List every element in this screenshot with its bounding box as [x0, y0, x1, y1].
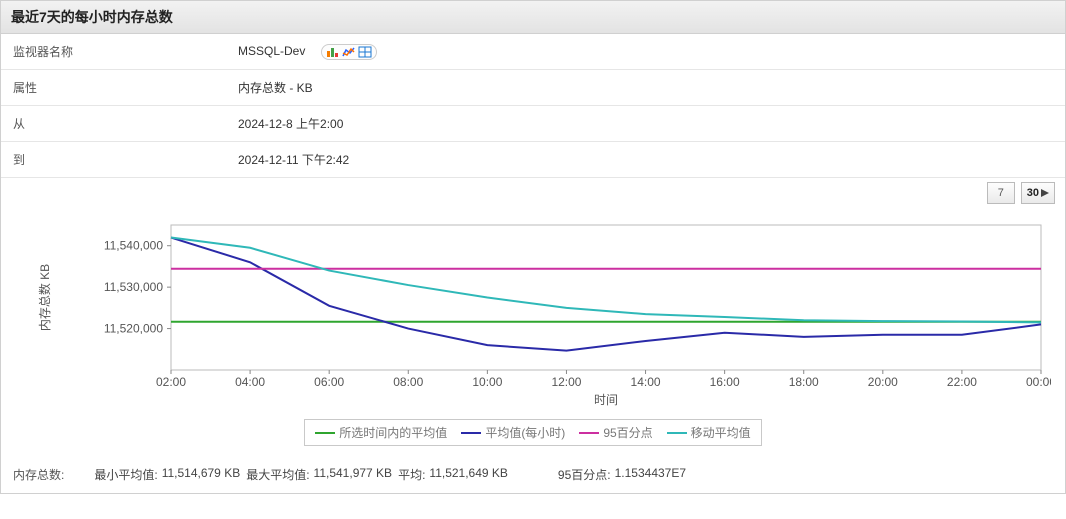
- svg-text:16:00: 16:00: [710, 375, 740, 389]
- svg-text:11,520,000: 11,520,000: [104, 322, 163, 336]
- info-value: 内存总数 - KB: [226, 70, 1065, 106]
- info-value: MSSQL-Dev: [226, 34, 1065, 70]
- info-row-from: 从 2024-12-8 上午2:00: [1, 106, 1065, 142]
- legend-label: 所选时间内的平均值: [339, 424, 447, 441]
- legend-swatch: [461, 432, 481, 434]
- stat-min: 最小平均值: 11,514,679 KB: [94, 466, 240, 483]
- svg-text:22:00: 22:00: [947, 375, 977, 389]
- panel-title: 最近7天的每小时内存总数: [1, 1, 1065, 34]
- grid-chart-icon[interactable]: [358, 46, 372, 58]
- info-value: 2024-12-8 上午2:00: [226, 106, 1065, 142]
- stat-label: 最小平均值:: [94, 466, 157, 483]
- legend-label: 95百分点: [603, 424, 652, 441]
- info-label: 从: [1, 106, 226, 142]
- info-row-monitor: 监视器名称 MSSQL-Dev: [1, 34, 1065, 70]
- svg-text:08:00: 08:00: [393, 375, 423, 389]
- line-chart-icon[interactable]: [342, 46, 356, 58]
- info-value: 2024-12-11 下午2:42: [226, 142, 1065, 178]
- svg-text:11,530,000: 11,530,000: [104, 280, 163, 294]
- stats-title: 内存总数:: [13, 466, 64, 483]
- stat-max: 最大平均值: 11,541,977 KB: [246, 466, 392, 483]
- line-chart: 11,540,000 11,530,000 11,520,000 内存总数 KB 02:…: [11, 210, 1051, 410]
- stat-value: 11,521,649 KB: [429, 466, 508, 483]
- info-row-attr: 属性 内存总数 - KB: [1, 70, 1065, 106]
- legend: 所选时间内的平均值 平均值(每小时) 95百分点 移动平均值: [304, 419, 761, 446]
- legend-label: 平均值(每小时): [485, 424, 565, 441]
- legend-item-p95[interactable]: 95百分点: [579, 424, 652, 441]
- info-label: 属性: [1, 70, 226, 106]
- svg-text:内存总数 KB: 内存总数 KB: [37, 264, 52, 331]
- chart-area: 11,540,000 11,530,000 11,520,000 内存总数 KB 02:…: [1, 204, 1065, 458]
- range-30-label: 30: [1027, 187, 1039, 199]
- stat-value: 1.1534437E7: [615, 466, 686, 483]
- legend-swatch: [315, 432, 335, 434]
- stat-label: 95百分点:: [558, 466, 611, 483]
- play-icon: [1041, 189, 1049, 197]
- info-table: 监视器名称 MSSQL-Dev 属性 内存总数 - KB 从 2024-12-8…: [1, 34, 1065, 178]
- svg-text:04:00: 04:00: [235, 375, 265, 389]
- svg-text:11,540,000: 11,540,000: [104, 239, 163, 253]
- legend-label: 移动平均值: [691, 424, 751, 441]
- svg-text:06:00: 06:00: [314, 375, 344, 389]
- legend-item-avg-selected[interactable]: 所选时间内的平均值: [315, 424, 447, 441]
- stats-row: 内存总数: 最小平均值: 11,514,679 KB 最大平均值: 11,541…: [1, 458, 1065, 493]
- legend-swatch: [667, 432, 687, 434]
- stat-label: 平均:: [398, 466, 425, 483]
- info-label: 到: [1, 142, 226, 178]
- svg-text:20:00: 20:00: [868, 375, 898, 389]
- svg-text:00:00: 00:00: [1026, 375, 1051, 389]
- svg-text:时间: 时间: [594, 393, 618, 407]
- legend-item-avg-hourly[interactable]: 平均值(每小时): [461, 424, 565, 441]
- legend-swatch: [579, 432, 599, 434]
- svg-text:10:00: 10:00: [472, 375, 502, 389]
- chart-type-icons[interactable]: [321, 44, 377, 60]
- info-row-to: 到 2024-12-11 下午2:42: [1, 142, 1065, 178]
- range-buttons: 7 30: [1, 178, 1065, 204]
- range-7-button[interactable]: 7: [987, 182, 1015, 204]
- stat-avg: 平均: 11,521,649 KB: [398, 466, 508, 483]
- svg-text:14:00: 14:00: [631, 375, 661, 389]
- stat-label: 最大平均值:: [246, 466, 309, 483]
- stat-value: 11,514,679 KB: [162, 466, 241, 483]
- svg-text:02:00: 02:00: [156, 375, 186, 389]
- legend-item-moving-avg[interactable]: 移动平均值: [667, 424, 751, 441]
- svg-text:18:00: 18:00: [789, 375, 819, 389]
- stat-p95: 95百分点: 1.1534437E7: [558, 466, 686, 483]
- panel: 最近7天的每小时内存总数 监视器名称 MSSQL-Dev 属性 内存总数 - K…: [0, 0, 1066, 494]
- svg-text:12:00: 12:00: [551, 375, 581, 389]
- stat-value: 11,541,977 KB: [314, 466, 393, 483]
- info-label: 监视器名称: [1, 34, 226, 70]
- range-30-button[interactable]: 30: [1021, 182, 1055, 204]
- bar-chart-icon[interactable]: [326, 46, 340, 58]
- monitor-name: MSSQL-Dev: [238, 44, 305, 58]
